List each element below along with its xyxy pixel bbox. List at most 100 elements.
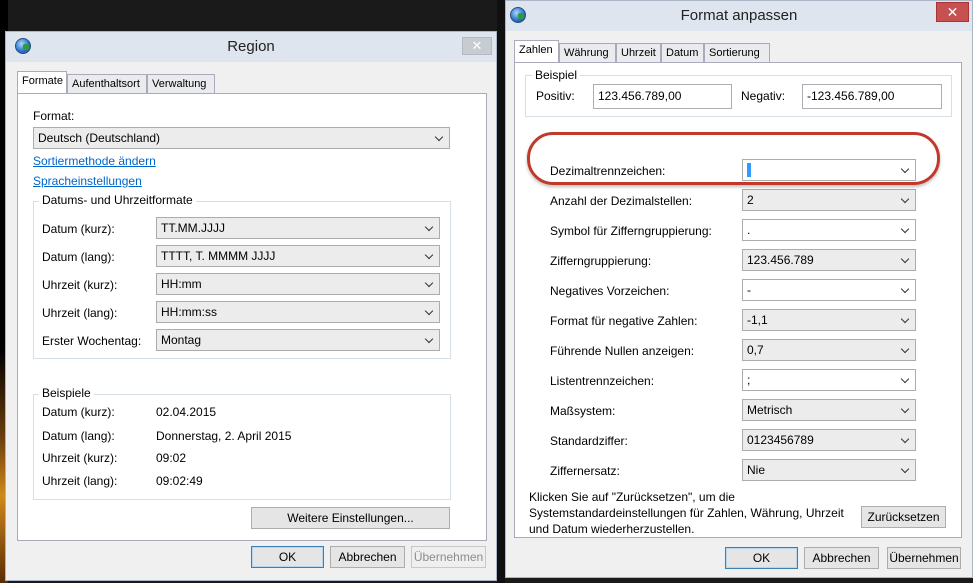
chevron-down-icon: [421, 330, 439, 350]
cancel-button[interactable]: Abbrechen: [330, 546, 405, 568]
row-label: Symbol für Zifferngruppierung:: [550, 224, 712, 238]
tab-datum[interactable]: Datum: [661, 43, 704, 62]
chevron-down-icon: [897, 190, 915, 210]
first-weekday-dropdown[interactable]: Montag: [156, 329, 440, 351]
chevron-down-icon: [897, 400, 915, 420]
dropdown-value: Metrisch: [747, 403, 793, 417]
language-settings-link[interactable]: Spracheinstellungen: [33, 174, 142, 188]
chevron-down-icon: [897, 430, 915, 450]
tab-verwaltung[interactable]: Verwaltung: [147, 74, 215, 93]
positive-label: Positiv:: [536, 89, 575, 103]
example-label: Datum (lang):: [42, 429, 115, 443]
formate-panel: Format: Deutsch (Deutschland) Sortiermet…: [17, 93, 487, 541]
example-value: Donnerstag, 2. April 2015: [156, 429, 292, 443]
row-label: Erster Wochentag:: [42, 334, 142, 348]
chevron-down-icon: [897, 370, 915, 390]
cancel-button[interactable]: Abbrechen: [804, 547, 879, 569]
long-date-dropdown[interactable]: TTTT, T. MMMM JJJJ: [156, 245, 440, 267]
grouping-symbol-dropdown[interactable]: .: [742, 219, 916, 241]
format-dropdown[interactable]: Deutsch (Deutschland): [33, 127, 450, 149]
chevron-down-icon: [897, 220, 915, 240]
row-label: Datum (lang):: [42, 250, 115, 264]
long-time-dropdown[interactable]: HH:mm:ss: [156, 301, 440, 323]
tab-formate[interactable]: Formate: [17, 71, 67, 93]
negative-sign-dropdown[interactable]: -: [742, 279, 916, 301]
dropdown-value: TTTT, T. MMMM JJJJ: [161, 249, 276, 263]
dropdown-value: TT.MM.JJJJ: [161, 221, 225, 235]
reset-info-text: und Datum wiederherzustellen.: [529, 522, 695, 536]
dropdown-value: 2: [747, 193, 754, 207]
positive-example-field: 123.456.789,00: [593, 84, 732, 109]
chevron-down-icon: [897, 310, 915, 330]
tab-sortierung[interactable]: Sortierung: [704, 43, 770, 62]
row-label: Standardziffer:: [550, 434, 628, 448]
format-titlebar[interactable]: Format anpassen ✕: [506, 1, 972, 31]
apply-button[interactable]: Übernehmen: [411, 546, 486, 568]
region-window: Region ✕ Formate Aufenthaltsort Verwaltu…: [5, 31, 497, 581]
dropdown-value: .: [747, 223, 751, 237]
dropdown-value: 123.456.789: [747, 253, 814, 267]
region-titlebar[interactable]: Region ✕: [6, 32, 496, 62]
dropdown-value: ;: [747, 373, 751, 387]
dropdown-value: -: [747, 283, 751, 297]
reset-info-text: Klicken Sie auf "Zurücksetzen", um die: [529, 490, 735, 504]
datetime-group-title: Datums- und Uhrzeitformate: [39, 193, 196, 207]
chevron-down-icon: [421, 274, 439, 294]
tab-waehrung[interactable]: Währung: [559, 43, 616, 62]
decimal-places-dropdown[interactable]: 2: [742, 189, 916, 211]
apply-button[interactable]: Übernehmen: [887, 547, 961, 569]
dropdown-value: 0123456789: [747, 433, 814, 447]
example-value: 02.04.2015: [156, 405, 217, 419]
desktop-gap: [497, 0, 505, 583]
chevron-down-icon: [897, 460, 915, 480]
close-button[interactable]: ✕: [462, 37, 492, 55]
reset-button[interactable]: Zurücksetzen: [861, 506, 946, 528]
window-title: Region: [227, 38, 275, 55]
row-label: Zifferngruppierung:: [550, 254, 652, 268]
format-value: Deutsch (Deutschland): [38, 131, 161, 145]
row-label: Maßsystem:: [550, 404, 616, 418]
short-time-dropdown[interactable]: HH:mm: [156, 273, 440, 295]
dropdown-value: Nie: [747, 463, 766, 477]
format-window: Format anpassen ✕ Zahlen Währung Uhrzeit…: [505, 0, 973, 578]
sort-method-link[interactable]: Sortiermethode ändern: [33, 154, 156, 168]
more-settings-button[interactable]: Weitere Einstellungen...: [251, 507, 450, 529]
example-value: 09:02:49: [156, 474, 203, 488]
chevron-down-icon: [897, 280, 915, 300]
leading-zeros-dropdown[interactable]: 0,7: [742, 339, 916, 361]
standard-digits-dropdown[interactable]: 0123456789: [742, 429, 916, 451]
row-label: Uhrzeit (kurz):: [42, 278, 118, 292]
row-label: Negatives Vorzeichen:: [550, 284, 670, 298]
tab-zahlen[interactable]: Zahlen: [514, 40, 559, 62]
example-value: 09:02: [156, 451, 187, 465]
row-label: Datum (kurz):: [42, 222, 115, 236]
example-label: Uhrzeit (kurz):: [42, 451, 118, 465]
tab-uhrzeit[interactable]: Uhrzeit: [616, 43, 661, 62]
decimal-separator-highlight: [527, 132, 940, 185]
digit-grouping-dropdown[interactable]: 123.456.789: [742, 249, 916, 271]
ok-button[interactable]: OK: [725, 547, 798, 569]
format-label: Format:: [33, 109, 75, 123]
dropdown-value: -1,1: [747, 313, 768, 327]
digit-substitution-dropdown[interactable]: Nie: [742, 459, 916, 481]
chevron-down-icon: [421, 218, 439, 238]
dropdown-value: 0,7: [747, 343, 764, 357]
dropdown-value: Montag: [161, 333, 202, 347]
negative-format-dropdown[interactable]: -1,1: [742, 309, 916, 331]
close-button[interactable]: ✕: [936, 2, 969, 22]
chevron-down-icon: [421, 246, 439, 266]
chevron-down-icon: [421, 302, 439, 322]
ok-button[interactable]: OK: [251, 546, 324, 568]
short-date-dropdown[interactable]: TT.MM.JJJJ: [156, 217, 440, 239]
chevron-down-icon: [431, 128, 449, 148]
tab-aufenthaltsort[interactable]: Aufenthaltsort: [67, 74, 147, 93]
row-label: Ziffernersatz:: [550, 464, 620, 478]
reset-info-text: Systemstandardeinstellungen für Zahlen, …: [529, 506, 844, 520]
list-separator-dropdown[interactable]: ;: [742, 369, 916, 391]
row-label: Uhrzeit (lang):: [42, 306, 118, 320]
negative-example-field: -123.456.789,00: [802, 84, 942, 109]
row-label: Listentrennzeichen:: [550, 374, 655, 388]
measurement-system-dropdown[interactable]: Metrisch: [742, 399, 916, 421]
negative-label: Negativ:: [741, 89, 786, 103]
row-label: Format für negative Zahlen:: [550, 314, 698, 328]
